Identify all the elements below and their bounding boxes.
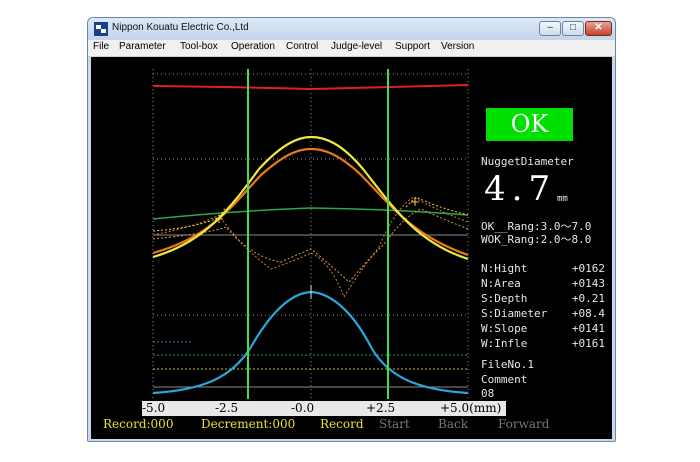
menu-version[interactable]: Version bbox=[441, 41, 474, 52]
yellow-bell-curve bbox=[152, 135, 469, 261]
maximize-button[interactable]: □ bbox=[562, 21, 584, 36]
comment-value: 08 bbox=[481, 387, 495, 400]
menu-judge-level[interactable]: Judge-level bbox=[331, 41, 382, 52]
x-axis-scale: -5.0 -2.5 -0.0 +2.5 +5.0(mm) bbox=[142, 401, 506, 416]
axis-tick-label: +2.5 bbox=[366, 401, 396, 415]
axis-tick-label: -2.5 bbox=[215, 401, 239, 415]
title-bar[interactable]: Nippon Kouatu Electric Co.,Ltd – □ ✕ bbox=[88, 18, 615, 40]
app-logo-icon bbox=[94, 22, 108, 36]
menu-parameter[interactable]: Parameter bbox=[119, 41, 166, 52]
axis-tick-label: -0.0 bbox=[291, 401, 315, 415]
record-count: Record:000 bbox=[103, 417, 174, 431]
judgement-ok-badge: OK bbox=[486, 108, 573, 141]
measurement-name: S:Diameter bbox=[481, 307, 548, 320]
menu-tool-box[interactable]: Tool-box bbox=[180, 41, 218, 52]
window-title: Nippon Kouatu Electric Co.,Ltd bbox=[112, 22, 249, 33]
measurement-value: +0.21 bbox=[571, 292, 605, 305]
menu-control[interactable]: Control bbox=[286, 41, 318, 52]
nugget-diameter-unit: mm bbox=[557, 194, 568, 204]
menu-support[interactable]: Support bbox=[395, 41, 430, 52]
close-button[interactable]: ✕ bbox=[585, 21, 612, 36]
measurement-name: N:Area bbox=[481, 277, 521, 290]
app-window: Nippon Kouatu Electric Co.,Ltd – □ ✕ Fil… bbox=[87, 17, 616, 442]
measurement-name: N:Hight bbox=[481, 262, 528, 275]
measurement-name: W:Slope bbox=[481, 322, 528, 335]
minimize-button[interactable]: – bbox=[539, 21, 561, 36]
file-number: FileNo.1 bbox=[481, 358, 534, 371]
record-button[interactable]: Record bbox=[320, 417, 364, 431]
measurement-value: +0162 bbox=[571, 262, 605, 275]
nugget-diameter-value: 4.7 bbox=[484, 169, 557, 209]
decrement-count: Decrement:000 bbox=[201, 417, 296, 431]
axis-tick-label: -5.0 bbox=[142, 401, 166, 415]
comment-label: Comment bbox=[481, 373, 528, 386]
orange-bell-curve bbox=[152, 147, 469, 257]
forward-button[interactable]: Forward bbox=[498, 417, 549, 431]
back-button[interactable]: Back bbox=[438, 417, 468, 431]
axis-tick-label: +5.0(mm) bbox=[440, 401, 502, 415]
measurement-value: +08.4 bbox=[571, 307, 605, 320]
start-button[interactable]: Start bbox=[379, 417, 410, 431]
wok-range: WOK_Rang:2.0～8.0 bbox=[481, 233, 592, 246]
measurement-value: +0161 bbox=[571, 337, 605, 350]
waveform-display: OK NuggetDiameter 4.7 mm OK__Rang:3.0～7.… bbox=[91, 57, 612, 439]
menu-file[interactable]: File bbox=[93, 41, 109, 52]
menu-bar: File Parameter Tool-box Operation Contro… bbox=[88, 40, 615, 57]
measurement-name: W:Infle bbox=[481, 337, 528, 350]
menu-operation[interactable]: Operation bbox=[231, 41, 275, 52]
nugget-diameter-label: NuggetDiameter bbox=[481, 155, 574, 168]
measurement-value: +0143 bbox=[571, 277, 605, 290]
measurement-name: S:Depth bbox=[481, 292, 528, 305]
measurement-value: +0141 bbox=[571, 322, 605, 335]
